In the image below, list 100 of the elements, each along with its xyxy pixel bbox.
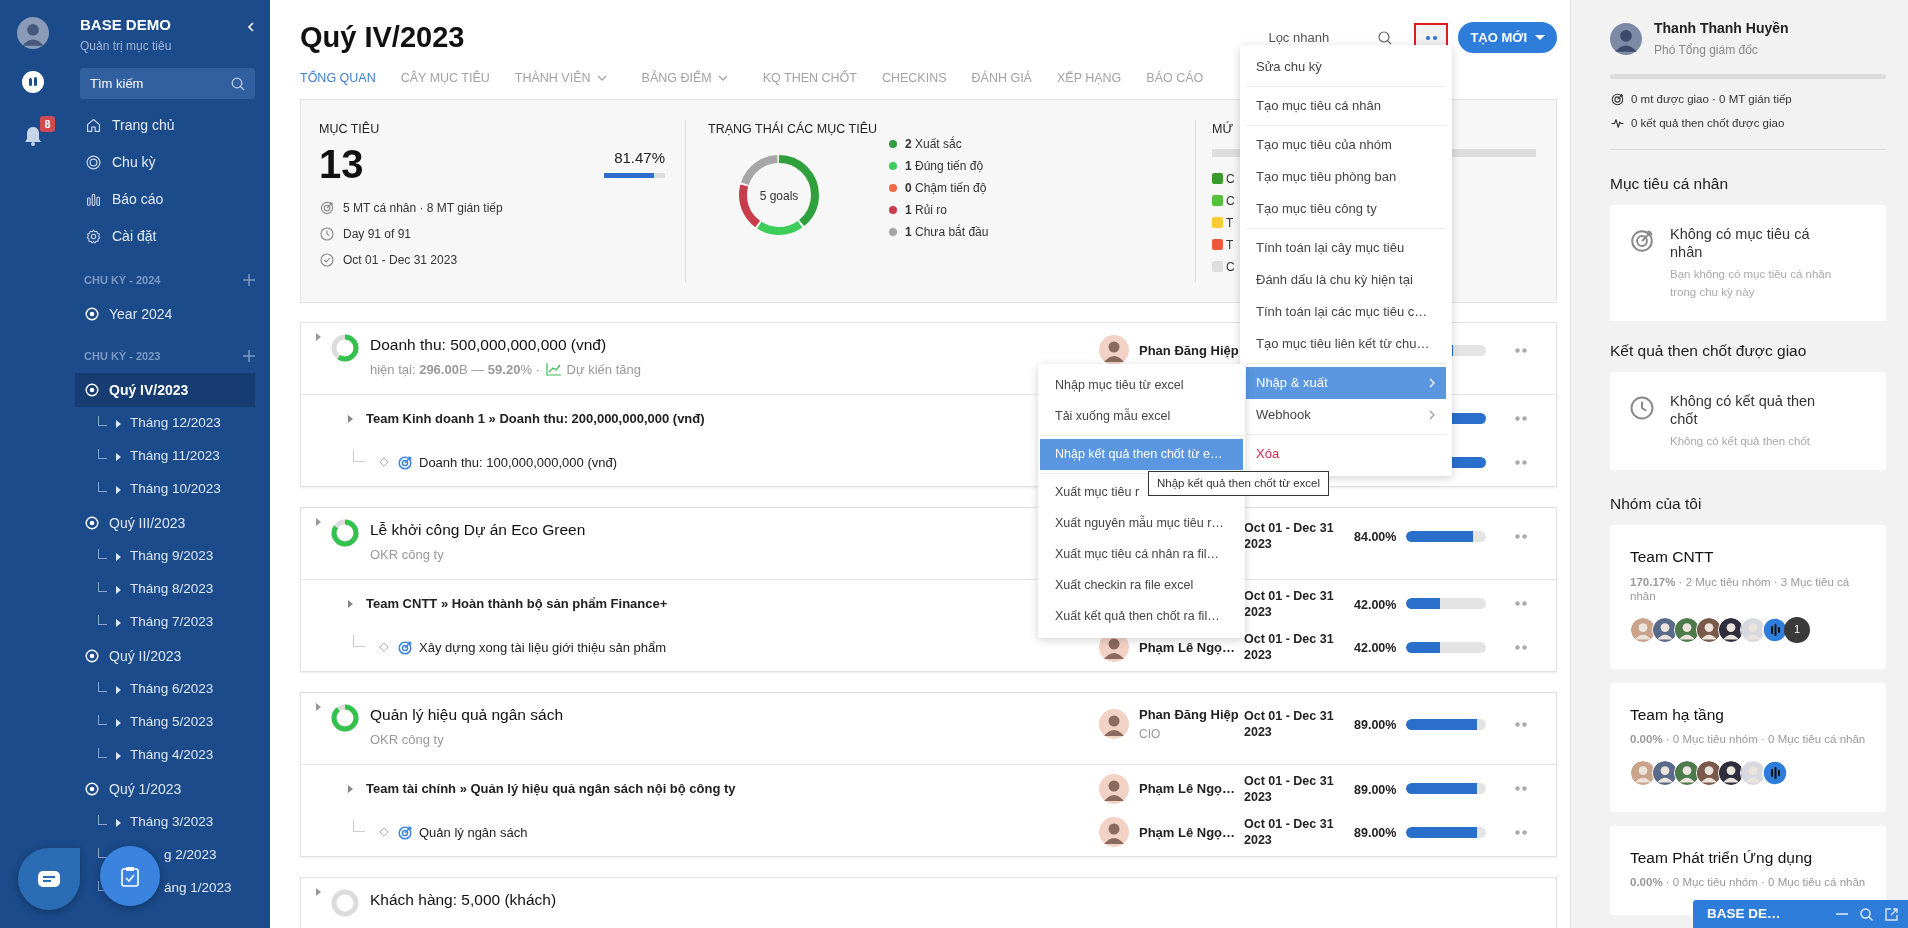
team-goal-title[interactable]: Team CNTT » Hoàn thành bộ sản phẩm Finance+ <box>366 594 668 614</box>
team-name[interactable]: Team hạ tầng <box>1630 702 1866 726</box>
profile-role: Phó Tổng giám đốc <box>1654 42 1759 59</box>
caret-icon[interactable] <box>115 751 122 760</box>
bell-icon[interactable] <box>22 126 43 146</box>
progress-percent: 81.47% <box>614 148 665 168</box>
caret-icon[interactable] <box>115 552 122 561</box>
caret-icon[interactable] <box>115 585 122 594</box>
month-item[interactable]: Tháng 4/2023 <box>130 745 214 766</box>
caret-icon[interactable] <box>115 618 122 627</box>
menu-item[interactable]: Tạo mục tiêu của nhóm <box>1246 129 1446 161</box>
menu-item[interactable]: Tính toán lại cây mục tiêu <box>1246 232 1446 264</box>
menu-item[interactable]: Webhook <box>1246 399 1446 431</box>
tree-line <box>98 614 107 625</box>
caret-icon[interactable] <box>115 685 122 694</box>
nav-item[interactable]: Chu kỳ <box>112 152 156 173</box>
menu-item[interactable]: Xuất checkin ra file excel <box>1040 570 1243 601</box>
more-icon[interactable] <box>1515 786 1527 792</box>
more-icon[interactable] <box>1515 533 1527 539</box>
month-item[interactable]: Tháng 9/2023 <box>130 546 214 567</box>
menu-item[interactable]: Tạo mục tiêu công ty <box>1246 193 1446 225</box>
caret-icon[interactable] <box>115 419 122 428</box>
caret-icon[interactable] <box>115 818 122 827</box>
more-members-count: 1 <box>1784 616 1810 643</box>
month-item[interactable]: Tháng 7/2023 <box>130 612 214 633</box>
quick-filter-field[interactable]: Lọc nhanh <box>1268 22 1379 53</box>
search-icon[interactable] <box>231 77 245 91</box>
section-title: MỤC TIÊU <box>319 120 381 139</box>
more-icon[interactable] <box>1515 416 1527 422</box>
add-icon[interactable] <box>243 350 255 362</box>
month-item[interactable]: Tháng 11/2023 <box>130 446 220 467</box>
cycle-item[interactable]: Quý II/2023 <box>75 639 255 673</box>
nav-item[interactable]: Cài đặt <box>112 226 157 247</box>
search-field[interactable]: Tìm kiếm <box>80 68 255 99</box>
cycle-item[interactable]: Quý III/2023 <box>75 506 255 540</box>
month-item[interactable]: Tháng 5/2023 <box>130 712 214 733</box>
app-logo-icon[interactable] <box>21 71 44 93</box>
menu-item[interactable]: Tính toán lại các mục tiêu c… <box>1246 296 1446 328</box>
cycle-item[interactable]: Quý IV/2023 <box>75 373 255 407</box>
goal-title[interactable]: Lễ khởi công Dự án Eco Green <box>370 518 586 542</box>
menu-item[interactable]: Tạo mục tiêu phòng ban <box>1246 161 1446 193</box>
caret-icon[interactable] <box>347 414 354 423</box>
tree-line <box>353 450 365 463</box>
team-name[interactable]: Team Phát triển Ứng dụng <box>1630 845 1866 869</box>
donut-label: 5 goals <box>758 188 800 203</box>
legend-text: C <box>1226 192 1235 210</box>
stat-text: 0 kết quả then chốt được giao <box>1631 116 1785 132</box>
menu-item[interactable]: Đánh dấu là chu kỳ hiện tại <box>1246 264 1446 296</box>
month-item[interactable]: Tháng 6/2023 <box>130 679 214 700</box>
add-icon[interactable] <box>243 274 255 286</box>
month-item[interactable]: g 2/2023 <box>164 845 217 866</box>
target-icon <box>1610 92 1625 108</box>
menu-item[interactable]: Tạo mục tiêu cá nhân <box>1246 90 1446 122</box>
search-icon[interactable] <box>1378 30 1393 45</box>
caret-icon[interactable] <box>115 452 122 461</box>
chat-bar[interactable]: BASE DE… <box>1693 900 1908 928</box>
goal-subtitle: OKR công ty <box>370 545 444 564</box>
search-icon[interactable] <box>1860 907 1873 921</box>
goal-title[interactable]: Quản lý hiệu quả ngân sách <box>370 703 564 727</box>
caret-icon[interactable] <box>115 485 122 494</box>
empty-title: Không có mục tiêu cá nhân <box>1670 224 1811 261</box>
caret-icon[interactable] <box>347 784 354 793</box>
month-item[interactable]: áng 1/2023 <box>164 878 232 899</box>
menu-item[interactable]: Xuất kết quả then chốt ra fil… <box>1040 601 1243 632</box>
nav-item[interactable]: Báo cáo <box>112 189 164 210</box>
menu-item[interactable]: Xuất mục tiêu cá nhân ra fil… <box>1040 539 1243 570</box>
more-icon[interactable] <box>1515 347 1527 353</box>
more-icon[interactable] <box>1515 829 1527 835</box>
menu-item[interactable]: Tải xuống mẫu excel <box>1040 401 1243 432</box>
key-result-title[interactable]: Xây dựng xong tài liệu giới thiệu sản phẩm <box>419 637 667 657</box>
menu-item[interactable]: Xuất nguyên mẫu mục tiêu r… <box>1040 508 1243 539</box>
caret-icon[interactable] <box>347 599 354 608</box>
key-result-title[interactable]: Doanh thu: 100,000,000,000 (vnđ) <box>419 452 618 472</box>
cycle-item[interactable]: Year 2024 <box>75 297 255 331</box>
tree-line <box>98 714 107 725</box>
more-icon[interactable] <box>1515 459 1527 465</box>
more-icon[interactable] <box>1515 601 1527 607</box>
collapse-icon[interactable] <box>247 22 255 32</box>
menu-item[interactable]: Nhập mục tiêu từ excel <box>1040 370 1243 401</box>
month-item[interactable]: Tháng 12/2023 <box>130 413 221 434</box>
nav-item[interactable]: Trang chủ <box>112 115 175 136</box>
cycle-item[interactable]: Quý 1/2023 <box>75 772 255 806</box>
menu-item[interactable]: Tạo mục tiêu liên kết từ chu… <box>1246 328 1446 360</box>
create-button[interactable]: TẠO MỚI <box>1458 22 1557 54</box>
key-result-title[interactable]: Quản lý ngân sách <box>419 822 528 842</box>
menu-item[interactable]: Xóa <box>1246 438 1446 470</box>
more-icon[interactable] <box>1515 644 1527 650</box>
team-name[interactable]: Team CNTT <box>1630 545 1866 569</box>
more-icon[interactable] <box>1515 721 1527 727</box>
month-item[interactable]: Tháng 3/2023 <box>130 812 214 833</box>
menu-item[interactable]: Sửa chu kỳ <box>1246 51 1446 83</box>
caret-icon[interactable] <box>115 718 122 727</box>
goal-title[interactable]: Khách hàng: 5,000 (khách) <box>370 888 557 912</box>
external-link-icon[interactable] <box>1885 907 1898 921</box>
month-item[interactable]: Tháng 10/2023 <box>130 479 221 500</box>
month-item[interactable]: Tháng 8/2023 <box>130 579 214 600</box>
team-goal-title[interactable]: Team Kinh doanh 1 » Doanh thu: 200,000,000,000 (vnđ) <box>366 409 705 429</box>
tab[interactable]: TỔNG QUAN <box>300 68 376 88</box>
goal-title[interactable]: Doanh thu: 500,000,000,000 (vnđ) <box>370 333 607 357</box>
team-goal-title[interactable]: Team tài chính » Quản lý hiệu quả ngân sách nội bộ công ty <box>366 779 736 799</box>
